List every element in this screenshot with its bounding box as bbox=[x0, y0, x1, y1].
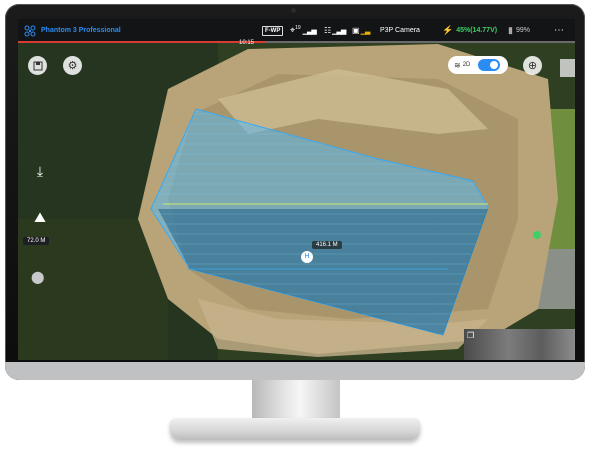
rc-signal-icon: ☷ bbox=[324, 26, 332, 35]
location-pin-button[interactable]: ⬤ bbox=[31, 270, 44, 284]
settings-icon: ⚙ bbox=[67, 60, 78, 72]
monitor-chin bbox=[5, 362, 585, 380]
camera-label: P3P Camera bbox=[380, 27, 420, 34]
video-signal-icon: ▣ bbox=[352, 26, 360, 35]
monitor-stand-base bbox=[170, 418, 420, 440]
camera-preview-image bbox=[464, 329, 575, 360]
landing-icon: ⛰ bbox=[34, 209, 46, 225]
camera-preview-thumbnail[interactable]: ❐ bbox=[464, 329, 575, 360]
battery-level: 45%(14.77V) bbox=[456, 27, 498, 34]
aircraft-home-marker[interactable]: H bbox=[301, 251, 313, 263]
settings-button[interactable]: ⚙ bbox=[63, 56, 82, 75]
menu-icon[interactable]: ⋯ bbox=[554, 25, 564, 36]
save-button[interactable] bbox=[28, 56, 47, 75]
view-mode-toggle[interactable]: ≋ 2D bbox=[448, 56, 508, 74]
save-icon bbox=[33, 61, 42, 70]
landing-button[interactable]: ⛰ bbox=[30, 209, 50, 229]
altitude-badge: 72.0 M bbox=[23, 237, 50, 245]
camera-switch-icon[interactable]: ❐ bbox=[467, 331, 474, 340]
app-brand[interactable]: Phantom 3 Professional bbox=[24, 19, 121, 42]
locate-button[interactable]: ⊕ bbox=[523, 56, 542, 75]
top-status-bar: Phantom 3 Professional F-WP ⌖ 19 ▁▃▅ ☷ ▁… bbox=[18, 19, 575, 42]
location-pin-icon: ⬤ bbox=[31, 270, 45, 284]
rc-signal-bars: ▁▃▅ bbox=[332, 27, 346, 35]
progress-bar-red bbox=[18, 41, 265, 43]
takeoff-icon: ⤓ bbox=[36, 163, 44, 179]
waypoint-marker[interactable] bbox=[533, 231, 541, 239]
app-screen: Phantom 3 Professional F-WP ⌖ 19 ▁▃▅ ☷ ▁… bbox=[18, 19, 575, 360]
side-panel-tab[interactable] bbox=[560, 59, 575, 77]
flight-time: 10:15 bbox=[239, 40, 255, 46]
locate-icon: ⊕ bbox=[527, 60, 538, 72]
gps-count: 19 bbox=[295, 24, 301, 31]
rc-battery-icon: ▮ bbox=[508, 25, 513, 35]
gps-signal-icon: ▁▃▅ bbox=[302, 27, 317, 35]
drone-logo-icon bbox=[24, 25, 36, 36]
area-measure-label: 416.1 M bbox=[312, 241, 342, 249]
monitor-camera bbox=[291, 8, 296, 13]
takeoff-button[interactable]: ⤓ bbox=[30, 163, 50, 183]
rc-battery-level: 99% bbox=[515, 27, 530, 34]
video-signal-bars: ▁▃ bbox=[360, 27, 371, 35]
map-layers-icon: ≋ bbox=[454, 60, 461, 70]
progress-bar-track bbox=[265, 41, 575, 43]
battery-icon: ⚡ bbox=[442, 25, 454, 35]
view-mode-switch[interactable] bbox=[478, 59, 500, 71]
view-mode-label: 2D bbox=[462, 62, 471, 68]
app-title: Phantom 3 Professional bbox=[41, 27, 121, 34]
monitor-stand-neck bbox=[252, 380, 340, 422]
flight-mode-badge: F-WP bbox=[262, 25, 284, 36]
